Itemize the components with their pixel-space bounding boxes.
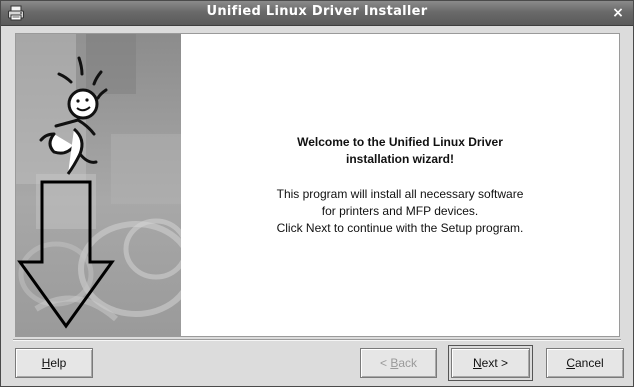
welcome-description: This program will install all necessary … [181, 186, 619, 237]
installer-window: Unified Linux Driver Installer × Welcome… [0, 0, 634, 387]
button-separator [13, 339, 621, 341]
welcome-description-line: for printers and MFP devices. [321, 204, 479, 218]
welcome-description-line: Click Next to continue with the Setup pr… [276, 221, 524, 235]
welcome-heading-line: Welcome to the Unified Linux Driver [297, 135, 503, 149]
next-label: ext > [481, 356, 509, 370]
welcome-description-line: This program will install all necessary … [276, 187, 524, 201]
welcome-heading: Welcome to the Unified Linux Driver inst… [181, 134, 619, 168]
close-icon[interactable]: × [609, 4, 627, 22]
back-button[interactable]: < Back [360, 348, 437, 378]
back-label: ack [398, 356, 418, 370]
cancel-mnemonic: C [566, 356, 575, 370]
help-button[interactable]: Help [15, 348, 93, 378]
wizard-content-panel: Welcome to the Unified Linux Driver inst… [15, 33, 620, 337]
installer-side-image [16, 34, 181, 336]
welcome-heading-line: installation wizard! [345, 152, 454, 166]
window-title: Unified Linux Driver Installer [206, 4, 428, 19]
cancel-button[interactable]: Cancel [546, 348, 624, 378]
back-prefix: < [379, 356, 391, 370]
cancel-label: ancel [574, 356, 604, 370]
next-mnemonic: N [472, 356, 482, 370]
help-label: elp [50, 356, 67, 370]
welcome-text-area: Welcome to the Unified Linux Driver inst… [181, 34, 619, 336]
title-bar[interactable]: Unified Linux Driver Installer × [1, 1, 633, 26]
next-button[interactable]: Next > [448, 345, 533, 381]
